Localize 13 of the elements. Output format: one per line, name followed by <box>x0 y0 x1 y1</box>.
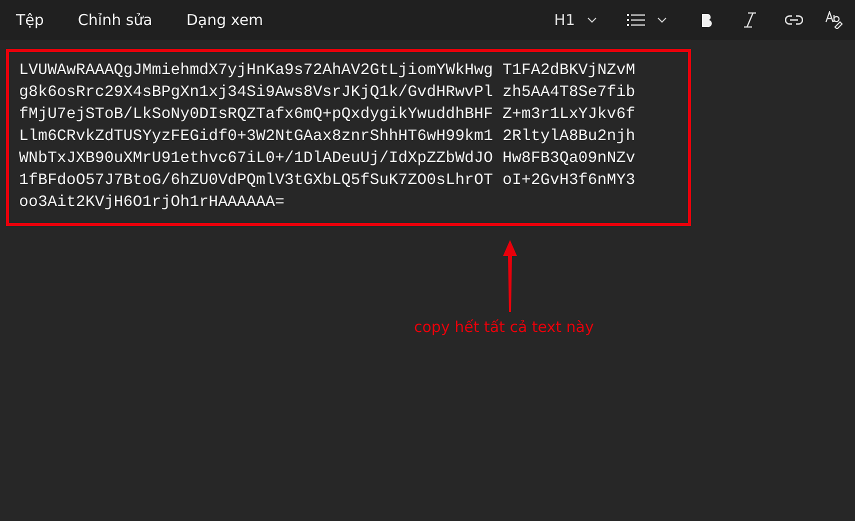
menu-item[interactable]: Dạng xem <box>174 4 276 36</box>
chevron-down-icon <box>657 17 667 23</box>
bulleted-list-icon <box>627 13 645 27</box>
clear-formatting-icon <box>825 11 843 29</box>
annotation-text: copy hết tất cả text này <box>414 317 594 338</box>
link-icon <box>785 15 803 25</box>
chevron-down-icon <box>587 17 597 23</box>
heading-dropdown[interactable]: H1 <box>546 8 605 32</box>
menu-item[interactable]: Chỉnh sửa <box>66 4 164 36</box>
editor-text: LVUWAwRAAAQgJMmiehmdX7yjHnKa9s72AhAV2GtLjiomYWkHwg T1FA2dBKVjNZvM g8k6osRrc29X4sBPgXn1xj34Si9Aws8VsrJKjQ1k/GvdHRwvPl zh5AA4T8Se7fib fMjU7ejSToB/LkSoNy0DIsRQZTafx6mQ+pQxdygikYwuddhBHF Z+m3r1LxYJkv6f Llm6CRvkZdTUSYyzFEGidf0+3W2NtGAax8znrShhHT6wH99km1 2RltylA8Bu2njh WNbTxJXB90uXMrU91ethvc67iL0+/1DlADeuUj/IdXpZZbWdJO Hw8FB3Qa09nNZv 1fBFdoO57J7BtoG/6hZU0VdPQmlV3tGXbLQ5fSuK7ZO0sLhrOT oI+2GvH3f6nMY3 oo3Ait2KVjH6O1rjOh1rHAAAAAA= <box>19 60 636 213</box>
menu-item[interactable]: Tệp <box>4 4 56 36</box>
italic-icon <box>743 12 757 28</box>
bold-icon <box>701 12 713 28</box>
